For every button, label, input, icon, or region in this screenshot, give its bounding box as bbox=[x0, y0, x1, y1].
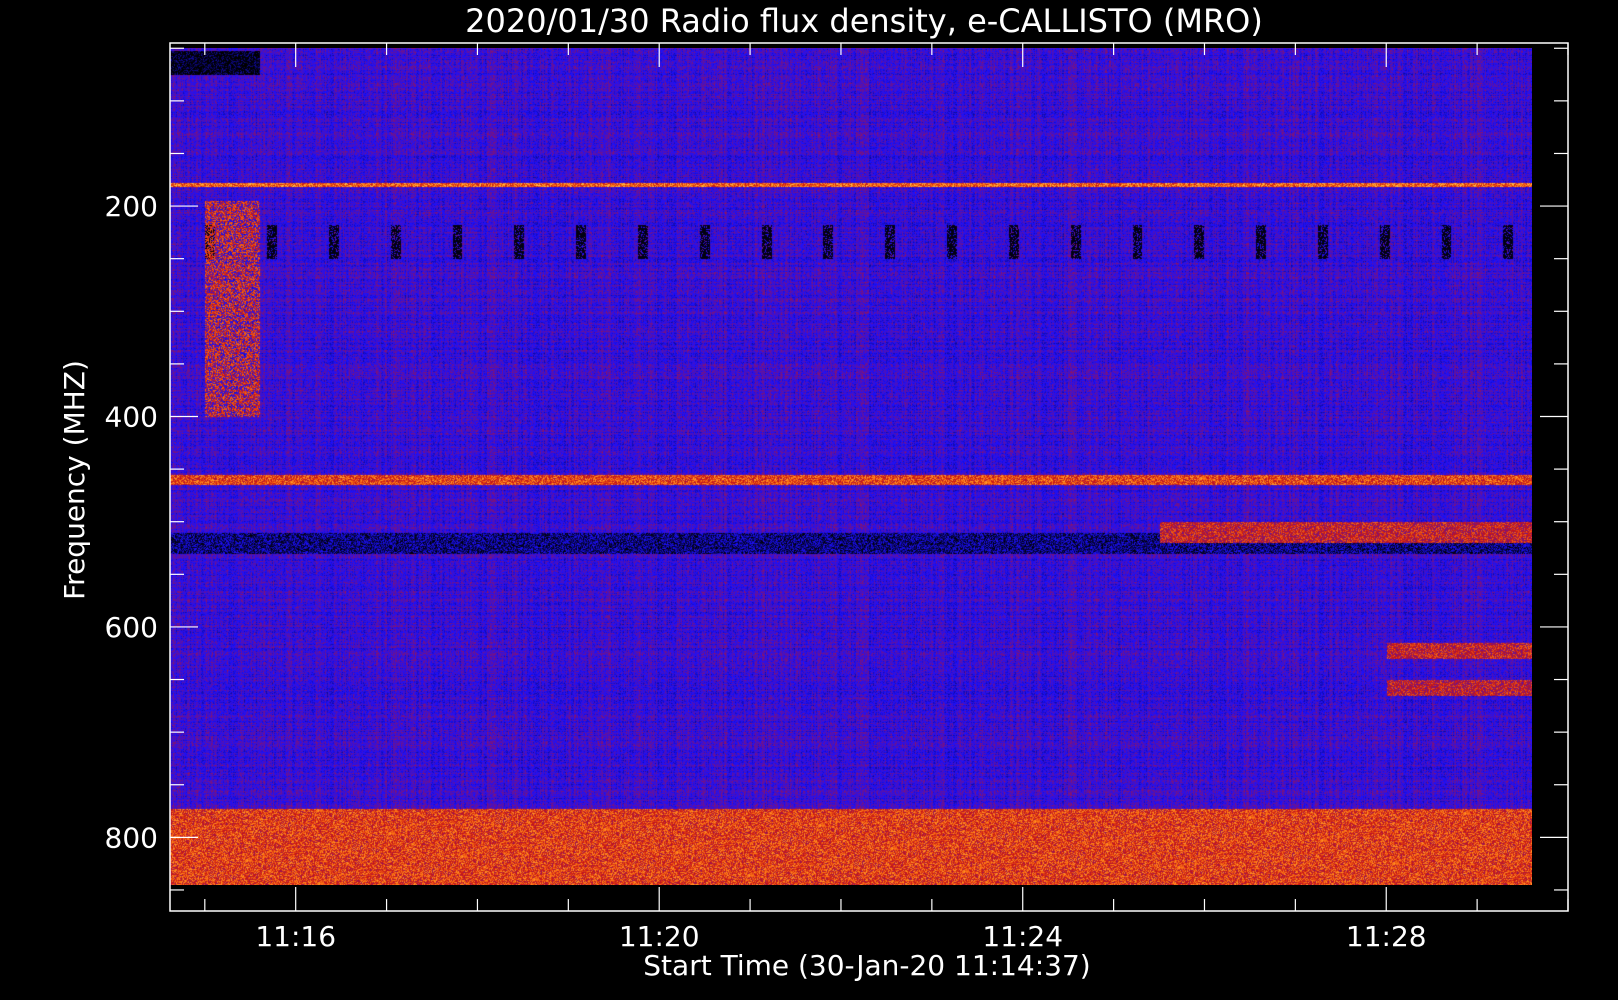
heatmap-raster bbox=[170, 48, 1532, 885]
heatmap-image bbox=[170, 48, 1532, 885]
y-tick-label: 600 bbox=[105, 611, 158, 644]
spectrogram-chart: 2020/01/30 Radio flux density, e-CALLIST… bbox=[0, 0, 1618, 1000]
chart-title: 2020/01/30 Radio flux density, e-CALLIST… bbox=[465, 2, 1263, 40]
x-tick-label: 11:16 bbox=[255, 920, 336, 953]
x-tick-label: 11:28 bbox=[1346, 920, 1427, 953]
y-tick-label: 200 bbox=[105, 190, 158, 223]
y-tick-label: 800 bbox=[105, 821, 158, 854]
y-tick-label: 400 bbox=[105, 401, 158, 434]
y-axis-label: Frequency (MHZ) bbox=[58, 360, 91, 600]
x-axis-label: Start Time (30-Jan-20 11:14:37) bbox=[643, 949, 1090, 982]
